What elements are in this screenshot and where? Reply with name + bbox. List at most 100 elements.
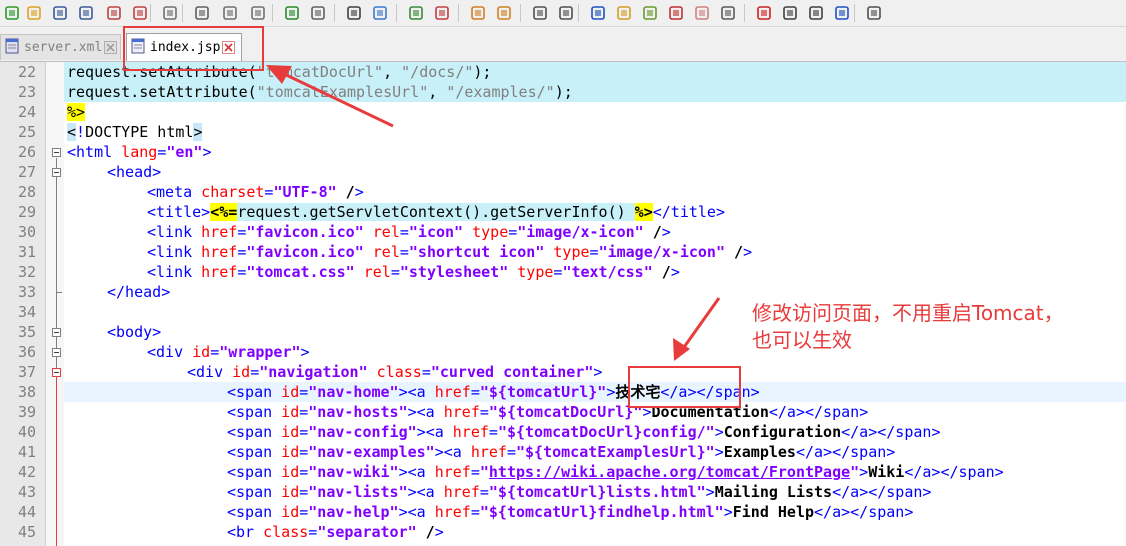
close-icon[interactable]	[104, 3, 124, 23]
line-number: 37	[17, 363, 36, 381]
line-number: 40	[17, 423, 36, 441]
line-number: 33	[17, 283, 36, 301]
show-all-chars-icon[interactable]	[556, 3, 576, 23]
line-number: 24	[17, 103, 36, 121]
toolbar-separator	[520, 4, 521, 22]
folder-icon[interactable]	[692, 3, 712, 23]
fold-toggle-head[interactable]	[52, 168, 61, 177]
replace-icon[interactable]	[370, 3, 390, 23]
code-text: <body>	[107, 323, 162, 341]
line-number: 26	[17, 143, 36, 161]
save-icon[interactable]	[50, 3, 70, 23]
line-number: 43	[17, 483, 36, 501]
line-number: 32	[17, 263, 36, 281]
code-text: <html lang="en">	[67, 143, 212, 161]
toolbar-separator	[334, 4, 335, 22]
redo-icon[interactable]	[308, 3, 328, 23]
save-macro-icon[interactable]	[864, 3, 884, 23]
code-line-29[interactable]: 29 <title><%=request.getServletContext().…	[0, 202, 1126, 222]
line-number: 34	[17, 303, 36, 321]
code-line-31[interactable]: 31 <link href="favicon.ico" rel="shortcut…	[0, 242, 1126, 262]
code-text: <span id="nav-help"><a href="${tomcatUrl…	[227, 503, 914, 521]
open-file-icon[interactable]	[24, 3, 44, 23]
toolbar	[0, 0, 1126, 27]
fold-toggle-html[interactable]	[52, 148, 61, 157]
print-icon[interactable]	[160, 3, 180, 23]
paste-icon[interactable]	[248, 3, 268, 23]
code-line-40[interactable]: 40 <span id="nav-config"><a href="${tomca…	[0, 422, 1126, 442]
line-number: 22	[17, 63, 36, 81]
code-text: <link href="tomcat.css" rel="stylesheet"…	[147, 263, 680, 281]
close-tab-icon[interactable]	[104, 41, 118, 54]
fold-toggle-wrapper[interactable]	[52, 348, 61, 357]
code-line-25[interactable]: 25 <!DOCTYPE html>	[0, 122, 1126, 142]
tab-label: server.xml	[24, 40, 103, 55]
annotation-line-1: 修改访问页面，不用重启Tomcat，	[752, 301, 1064, 325]
code-line-27[interactable]: 27 <head>	[0, 162, 1126, 182]
code-line-33[interactable]: 33 </head>	[0, 282, 1126, 302]
code-text: <br class="separator" />	[227, 523, 444, 541]
new-file-icon[interactable]	[2, 3, 22, 23]
line-number: 23	[17, 83, 36, 101]
stop-macro-icon[interactable]	[780, 3, 800, 23]
fold-toggle-body[interactable]	[52, 328, 61, 337]
indent-guide-icon[interactable]	[588, 3, 608, 23]
monitor-icon[interactable]	[718, 3, 738, 23]
tab-server-xml[interactable]: server.xml	[0, 34, 121, 60]
code-text: <div id="wrapper">	[147, 343, 310, 361]
fold-end-marker	[56, 292, 62, 293]
run-macro-multi-icon[interactable]	[832, 3, 852, 23]
code-line-44[interactable]: 44 <span id="nav-help"><a href="${tomcatU…	[0, 502, 1126, 522]
line-number: 25	[17, 123, 36, 141]
find-icon[interactable]	[344, 3, 364, 23]
line-number: 38	[17, 383, 36, 401]
code-text: <meta charset="UTF-8" />	[147, 183, 364, 201]
line-number: 41	[17, 443, 36, 461]
sync-v-icon[interactable]	[468, 3, 488, 23]
code-line-41[interactable]: 41 <span id="nav-examples"><a href="${tom…	[0, 442, 1126, 462]
zoom-out-icon[interactable]	[432, 3, 452, 23]
code-text: </head>	[107, 283, 171, 301]
code-line-43[interactable]: 43 <span id="nav-lists"><a href="${tomcat…	[0, 482, 1126, 502]
sync-h-icon[interactable]	[494, 3, 514, 23]
fold-guide-active	[56, 378, 57, 546]
word-wrap-icon[interactable]	[530, 3, 550, 23]
code-line-23[interactable]: 23 request.setAttribute("tomcatExamplesUr…	[0, 82, 1126, 102]
code-text: %>	[67, 103, 86, 121]
undo-icon[interactable]	[282, 3, 302, 23]
code-line-28[interactable]: 28 <meta charset="UTF-8" />	[0, 182, 1126, 202]
toolbar-separator	[578, 4, 579, 22]
code-text: <span id="nav-wiki"><a href="https://wik…	[227, 463, 1004, 481]
code-line-42[interactable]: 42 <span id="nav-wiki"><a href="https://w…	[0, 462, 1126, 482]
toolbar-separator	[458, 4, 459, 22]
code-line-26[interactable]: 26 <html lang="en">	[0, 142, 1126, 162]
code-text: request.setAttribute("tomcatExamplesUrl"…	[67, 83, 573, 101]
code-line-32[interactable]: 32 <link href="tomcat.css" rel="styleshee…	[0, 262, 1126, 282]
line-number: 28	[17, 183, 36, 201]
line-number: 44	[17, 503, 36, 521]
code-line-24[interactable]: 24 %>	[0, 102, 1126, 122]
copy-icon[interactable]	[220, 3, 240, 23]
cut-icon[interactable]	[192, 3, 212, 23]
close-all-icon[interactable]	[130, 3, 150, 23]
code-line-37[interactable]: 37 <div id="navigation" class="curved con…	[0, 362, 1126, 382]
code-line-45[interactable]: 45 <br class="separator" />	[0, 522, 1126, 542]
save-all-icon[interactable]	[76, 3, 96, 23]
function-list-icon[interactable]	[666, 3, 686, 23]
code-text: <span id="nav-config"><a href="${tomcatD…	[227, 423, 941, 441]
zoom-in-icon[interactable]	[406, 3, 426, 23]
code-text: <head>	[107, 163, 162, 181]
line-number: 30	[17, 223, 36, 241]
line-number: 39	[17, 403, 36, 421]
code-line-30[interactable]: 30 <link href="favicon.ico" rel="icon" ty…	[0, 222, 1126, 242]
toolbar-separator	[854, 4, 855, 22]
play-macro-icon[interactable]	[806, 3, 826, 23]
lang-icon[interactable]	[614, 3, 634, 23]
code-line-38[interactable]: 38 <span id="nav-home"><a href="${tomcatU…	[0, 382, 1126, 402]
doc-map-icon[interactable]	[640, 3, 660, 23]
code-line-39[interactable]: 39 <span id="nav-hosts"><a href="${tomcat…	[0, 402, 1126, 422]
record-macro-icon[interactable]	[754, 3, 774, 23]
line-number: 35	[17, 323, 36, 341]
fold-toggle-navigation[interactable]	[52, 368, 61, 377]
line-number: 31	[17, 243, 36, 261]
